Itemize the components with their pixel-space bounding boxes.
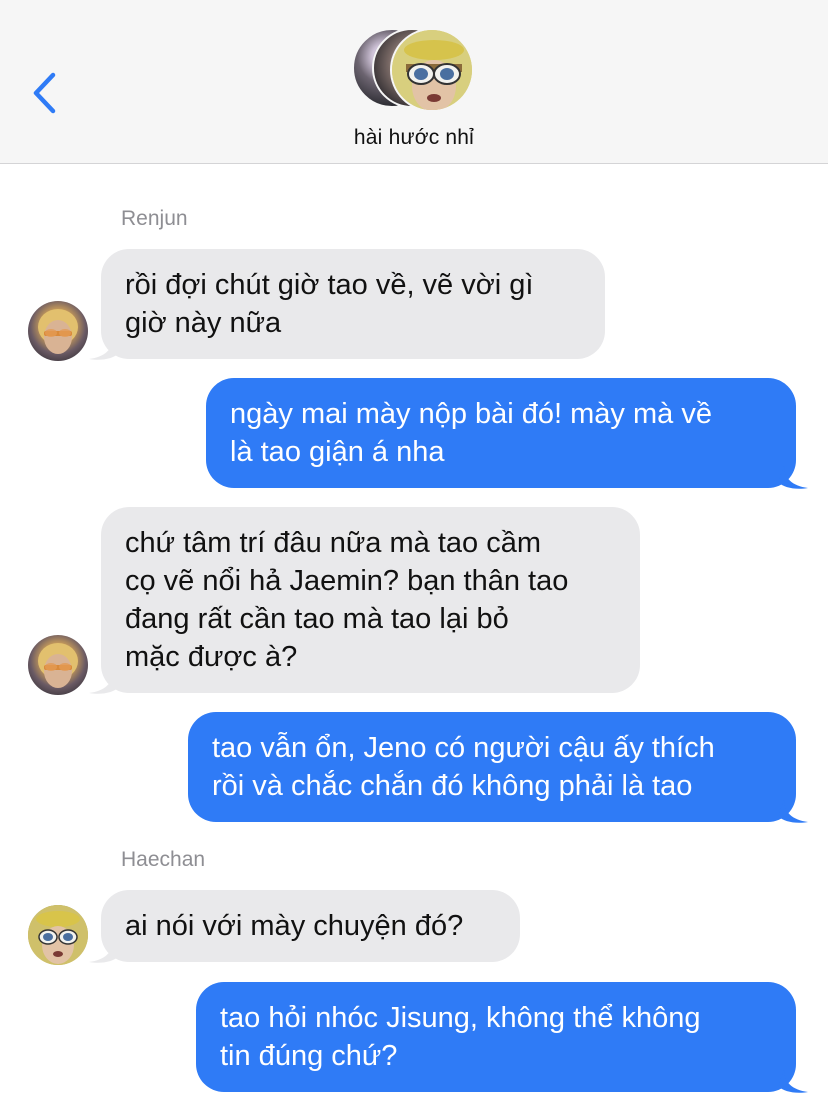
chevron-left-icon [33, 72, 56, 114]
member-avatar [390, 28, 474, 112]
incoming-message-bubble[interactable]: ai nói với mày chuyện đó? [101, 890, 520, 962]
outgoing-message-bubble[interactable]: tao vẫn ổn, Jeno có người cậu ấy thích r… [188, 712, 796, 822]
group-name[interactable]: hài hước nhỉ [0, 126, 828, 150]
outgoing-message-bubble[interactable]: ngày mai mày nộp bài đó! mày mà về là ta… [206, 378, 796, 488]
avatar[interactable] [28, 301, 88, 361]
outgoing-message-bubble[interactable]: tao hỏi nhóc Jisung, không thể không tin… [196, 982, 796, 1092]
sender-name: Haechan [121, 848, 206, 871]
bubble-tail [89, 337, 119, 360]
group-avatar[interactable] [352, 28, 476, 114]
bubble-tail [778, 800, 808, 823]
chat-header: hài hước nhỉ [0, 0, 828, 164]
back-button[interactable] [22, 66, 66, 120]
bubble-tail [778, 1070, 808, 1093]
avatar[interactable] [28, 905, 88, 965]
incoming-message-bubble[interactable]: chứ tâm trí đâu nữa mà tao cầm cọ vẽ nổi… [101, 507, 640, 693]
incoming-message-bubble[interactable]: rồi đợi chút giờ tao về, vẽ vời gì giờ n… [101, 249, 605, 359]
bubble-tail [89, 940, 119, 963]
sender-name: Renjun [121, 207, 188, 230]
bubble-tail [778, 466, 808, 489]
bubble-tail [89, 671, 119, 694]
avatar[interactable] [28, 635, 88, 695]
